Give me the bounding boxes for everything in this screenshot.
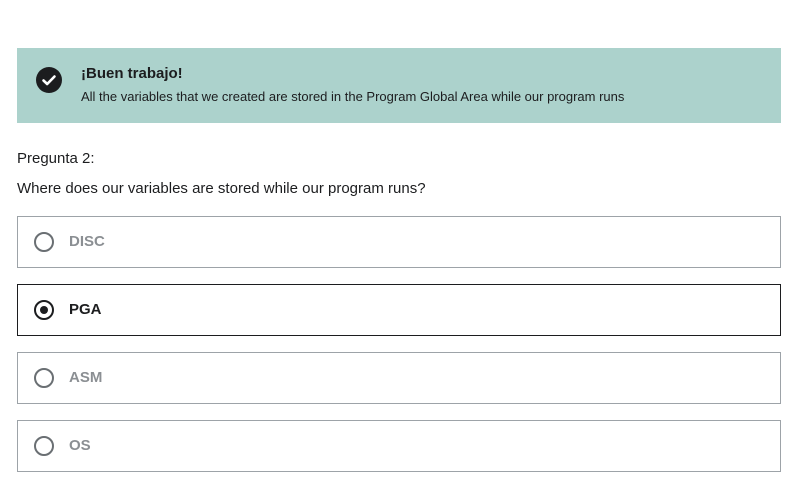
answer-option-os[interactable]: OS bbox=[17, 420, 781, 472]
radio-button-selected[interactable] bbox=[34, 300, 54, 320]
answer-label: ASM bbox=[69, 369, 103, 386]
answer-label: PGA bbox=[69, 301, 102, 318]
radio-button-unselected[interactable] bbox=[34, 368, 54, 388]
answer-label: OS bbox=[69, 437, 91, 454]
answer-option-disc[interactable]: DISC bbox=[17, 216, 781, 268]
radio-button-unselected[interactable] bbox=[34, 232, 54, 252]
banner-title: ¡Buen trabajo! bbox=[81, 65, 183, 82]
radio-dot-icon bbox=[40, 306, 48, 314]
answer-option-asm[interactable]: ASM bbox=[17, 352, 781, 404]
answer-label: DISC bbox=[69, 233, 105, 250]
radio-button-unselected[interactable] bbox=[34, 436, 54, 456]
banner-message: All the variables that we created are st… bbox=[81, 89, 625, 104]
check-circle-icon bbox=[36, 67, 62, 93]
question-text: Where does our variables are stored whil… bbox=[17, 180, 426, 197]
answer-option-pga[interactable]: PGA bbox=[17, 284, 781, 336]
success-banner: ¡Buen trabajo! All the variables that we… bbox=[17, 48, 781, 123]
quiz-page: ¡Buen trabajo! All the variables that we… bbox=[0, 0, 792, 495]
question-number: Pregunta 2: bbox=[17, 150, 95, 167]
